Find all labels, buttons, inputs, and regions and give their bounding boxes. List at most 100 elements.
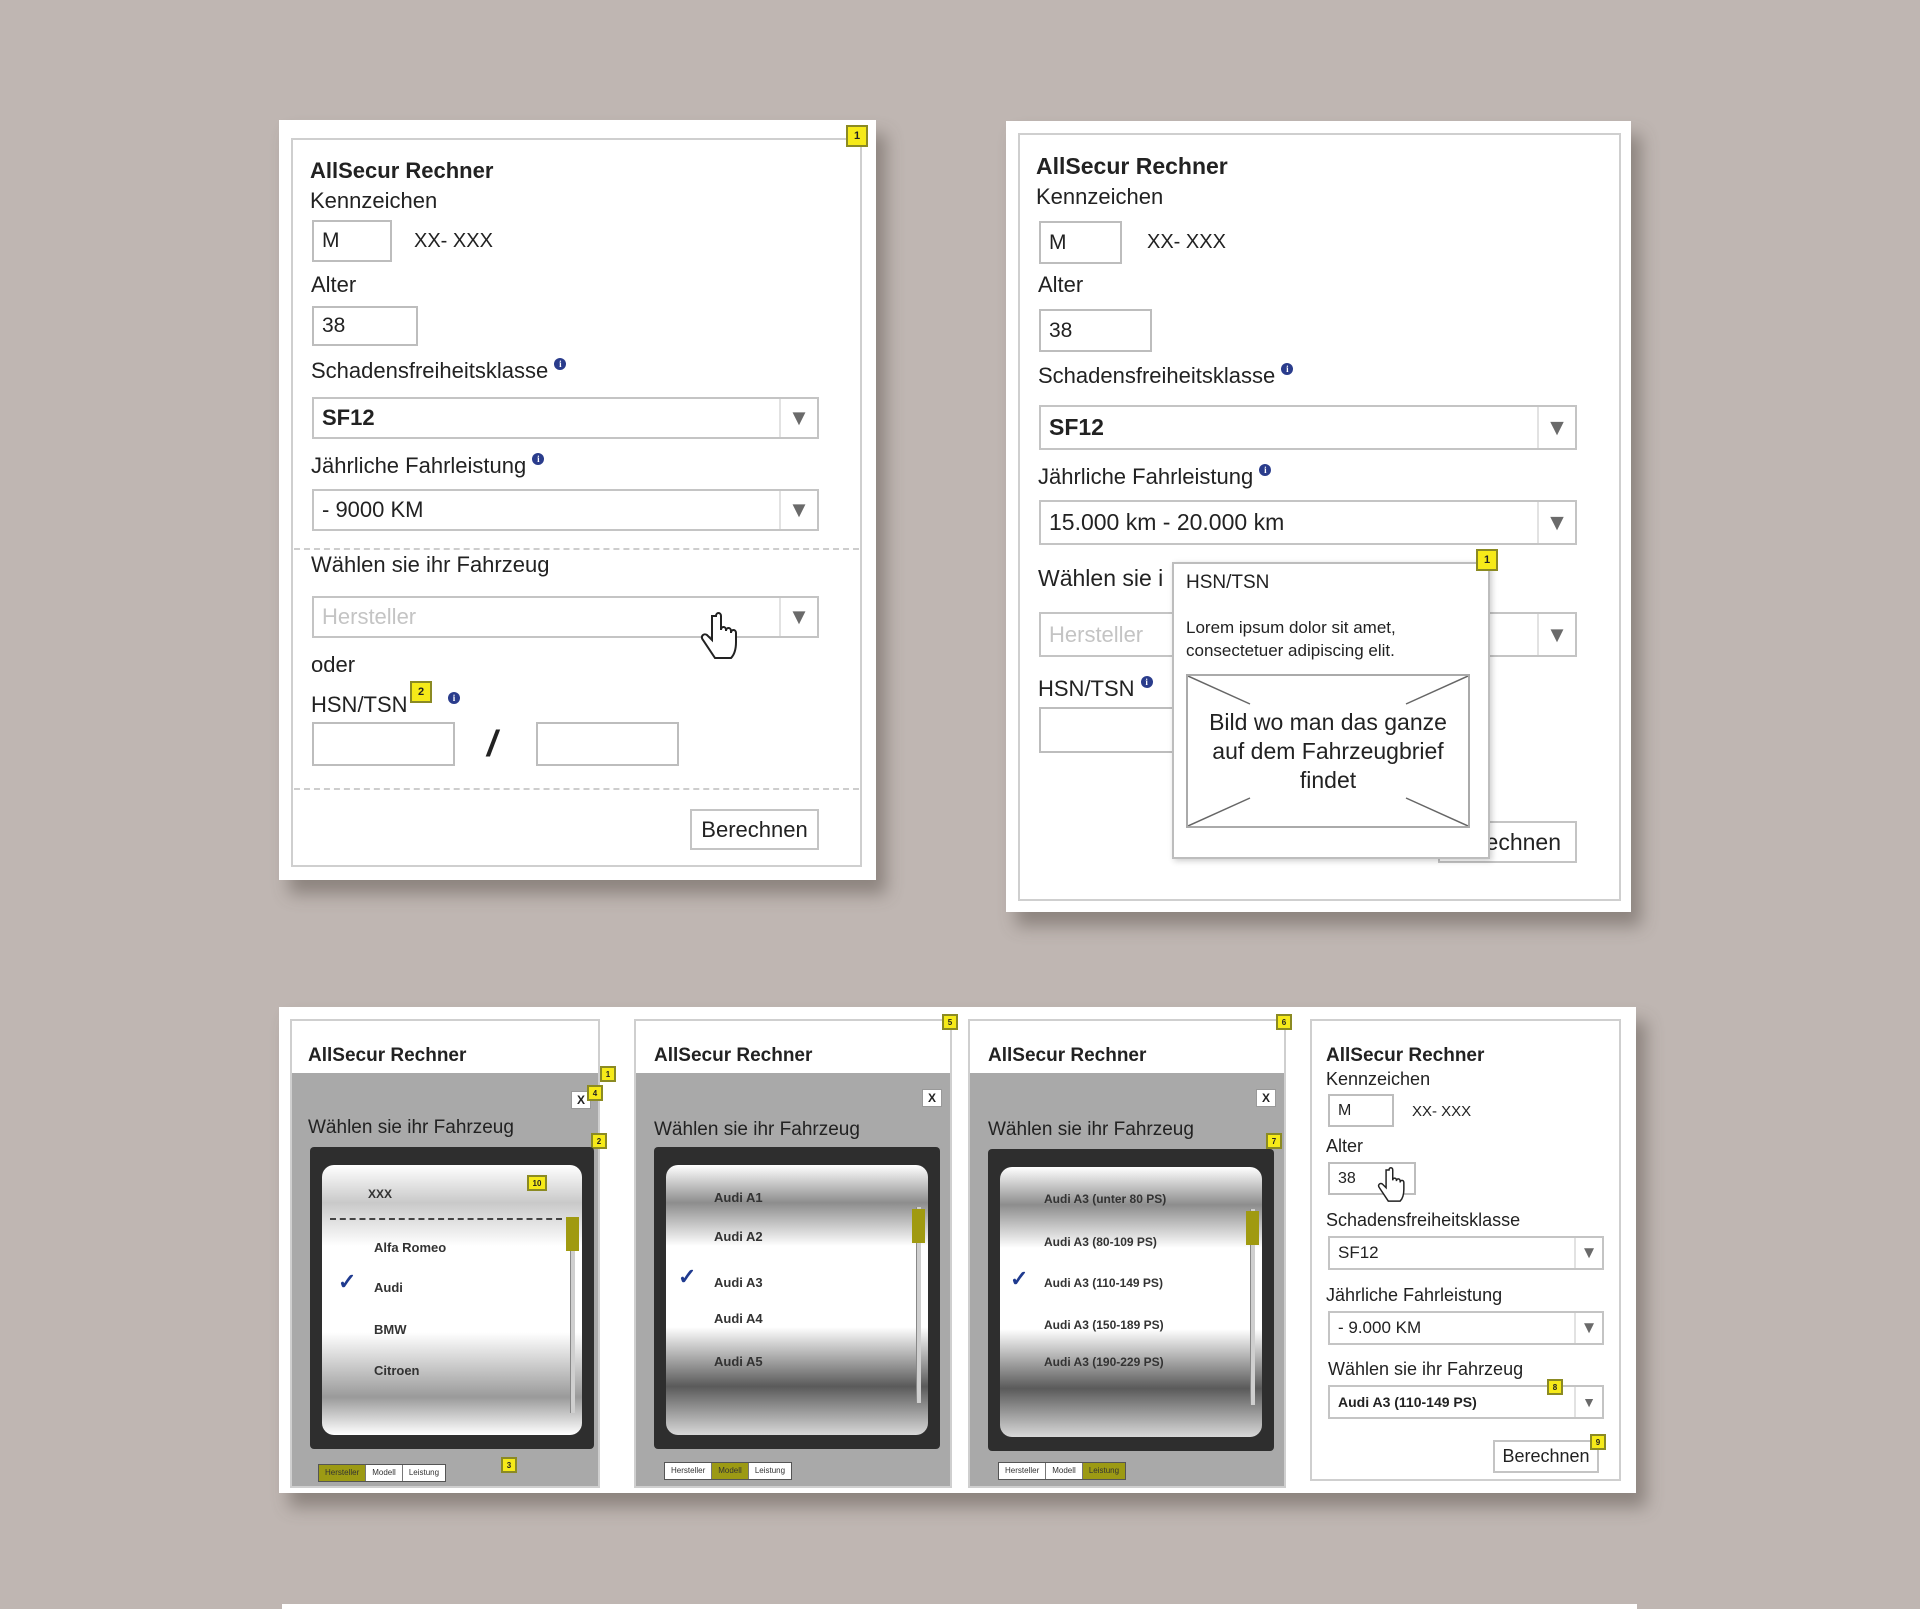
chevron-down-icon[interactable]: ▼ (1537, 407, 1575, 448)
annotation-badge-6: 6 (1276, 1014, 1292, 1030)
tooltip-image-placeholder: Bild wo man das ganze auf dem Fahrzeugbr… (1186, 674, 1470, 828)
chevron-down-icon[interactable]: ▼ (1574, 1238, 1602, 1268)
picker-option[interactable]: Audi A5 (714, 1354, 763, 1369)
chevron-down-icon[interactable]: ▼ (779, 399, 817, 437)
close-icon[interactable]: X (1256, 1089, 1276, 1107)
picker-option[interactable]: Audi A4 (714, 1311, 763, 1326)
close-icon[interactable]: X (922, 1089, 942, 1107)
tab-modell[interactable]: Modell (366, 1465, 403, 1481)
tab-leistung[interactable]: Leistung (403, 1465, 445, 1481)
kennzeichen-suffix: XX- XXX (1412, 1103, 1472, 1120)
sf-label: Schadensfreiheitsklasse i (1038, 363, 1294, 389)
info-icon[interactable]: i (532, 453, 545, 465)
hsn-tooltip: HSN/TSN Lorem ipsum dolor sit amet, cons… (1172, 549, 1498, 859)
picker-option[interactable]: BMW (374, 1322, 407, 1337)
km-label: Jährliche Fahrleistung i (311, 453, 545, 479)
hsn-input[interactable] (312, 722, 455, 766)
sf-select-value: SF12 (1338, 1243, 1379, 1262)
picker-option[interactable]: Alfa Romeo (374, 1240, 446, 1255)
chevron-down-icon[interactable]: ▼ (1537, 614, 1575, 655)
vehicle-label: Wählen sie ihr Fahrzeug (1328, 1359, 1524, 1379)
tab-hersteller[interactable]: Hersteller (665, 1463, 713, 1479)
picker-wheel (666, 1165, 928, 1435)
info-icon[interactable]: i (1281, 363, 1294, 375)
picker-option[interactable]: Audi A3 (80-109 PS) (1044, 1235, 1157, 1249)
scrollbar-thumb[interactable] (1246, 1211, 1259, 1245)
picker-option[interactable]: Audi A3 (unter 80 PS) (1044, 1192, 1166, 1206)
picker-option[interactable]: Audi A1 (714, 1190, 763, 1205)
checkmark-icon: ✓ (338, 1269, 357, 1294)
tab-hersteller[interactable]: Hersteller (319, 1465, 367, 1481)
calculator-title: AllSecur Rechner (308, 1045, 467, 1066)
km-select-value: - 9.000 KM (1338, 1318, 1422, 1337)
sf-select[interactable]: SF12 ▼ (1328, 1236, 1604, 1270)
alter-input[interactable]: 38 (1039, 309, 1152, 352)
kennzeichen-input[interactable]: M (1039, 221, 1122, 264)
hersteller-picker[interactable]: XXX 10 Alfa Romeo ✓ Audi BMW Citroen (310, 1147, 594, 1449)
vehicle-label: Wählen sie ihr Fahrzeug (988, 1119, 1194, 1140)
hsn-label: HSN/TSN (311, 692, 408, 717)
chevron-down-icon[interactable]: ▼ (1574, 1387, 1602, 1417)
hersteller-placeholder: Hersteller (1049, 621, 1144, 647)
alter-input[interactable]: 38 (312, 306, 418, 346)
modell-picker[interactable]: Audi A1 Audi A2 ✓ Audi A3 Audi A4 Audi A… (654, 1147, 940, 1449)
picker-option[interactable]: Audi A2 (714, 1229, 763, 1244)
km-select[interactable]: 15.000 km - 20.000 km ▼ (1039, 500, 1577, 545)
picker-option[interactable]: Audi A3 (150-189 PS) (1044, 1318, 1164, 1332)
picker-overlay: X Wählen sie ihr Fahrzeug 7 Audi A3 (unt… (970, 1073, 1284, 1486)
km-select[interactable]: - 9.000 KM ▼ (1328, 1311, 1604, 1345)
km-select-value: 15.000 km - 20.000 km (1049, 509, 1285, 535)
berechnen-button[interactable]: Berechnen (690, 809, 819, 850)
tab-modell[interactable]: Modell (1046, 1463, 1083, 1479)
hand-cursor-icon (1377, 1167, 1405, 1202)
scrollbar-thumb[interactable] (912, 1209, 925, 1243)
kennzeichen-label: Kennzeichen (1036, 184, 1164, 209)
hand-cursor-icon (700, 612, 737, 659)
chevron-down-icon[interactable]: ▼ (1574, 1313, 1602, 1343)
info-icon[interactable]: i (1140, 676, 1153, 688)
sf-label: Schadensfreiheitsklasse (1326, 1210, 1521, 1230)
picker-overlay: X 4 1 Wählen sie ihr Fahrzeug 2 XXX 10 A… (292, 1066, 616, 1486)
picker-option[interactable]: Citroen (374, 1363, 420, 1378)
tab-hersteller[interactable]: Hersteller (999, 1463, 1047, 1479)
picker-option[interactable]: XXX (368, 1187, 392, 1201)
kennzeichen-input[interactable]: M (1328, 1094, 1394, 1127)
scrollbar-thumb[interactable] (566, 1217, 579, 1251)
picker-overlay: X Wählen sie ihr Fahrzeug Audi A1 Audi A… (636, 1073, 950, 1486)
oder-label: oder (311, 652, 356, 677)
info-icon[interactable]: i (1259, 464, 1272, 476)
alter-label: Alter (1038, 272, 1084, 297)
chevron-down-icon[interactable]: ▼ (779, 598, 817, 636)
chevron-down-icon[interactable]: ▼ (1537, 502, 1575, 543)
picker-panel-hersteller: AllSecur Rechner X 4 1 Wählen sie ihr Fa… (290, 1019, 616, 1488)
kennzeichen-suffix: XX- XXX (414, 230, 493, 252)
info-icon[interactable]: i (554, 358, 567, 370)
picker-option-selected[interactable]: Audi (374, 1280, 403, 1295)
tab-leistung[interactable]: Leistung (749, 1463, 791, 1479)
sf-select[interactable]: SF12 ▼ (312, 397, 819, 439)
picker-tabs: Hersteller Modell Leistung (664, 1462, 793, 1480)
calculator-summary: AllSecur Rechner Kennzeichen M XX- XXX A… (1310, 1019, 1621, 1481)
hsn-input[interactable] (1039, 707, 1189, 753)
wireframe-card-b: AllSecur Rechner Kennzeichen M XX- XXX A… (1006, 121, 1631, 912)
hersteller-select[interactable]: Hersteller ▼ (312, 596, 819, 638)
picker-divider (330, 1218, 562, 1220)
info-icon[interactable]: i (448, 692, 460, 704)
kennzeichen-input[interactable]: M (312, 220, 392, 262)
berechnen-button[interactable]: Berechnen (1493, 1440, 1599, 1473)
sf-select-value: SF12 (1049, 414, 1104, 440)
sf-select-value: SF12 (322, 405, 375, 430)
picker-option-selected[interactable]: Audi A3 (714, 1275, 763, 1290)
picker-wheel (322, 1165, 582, 1435)
picker-option[interactable]: Audi A3 (190-229 PS) (1044, 1355, 1164, 1369)
leistung-picker[interactable]: Audi A3 (unter 80 PS) Audi A3 (80-109 PS… (988, 1149, 1274, 1451)
sf-select[interactable]: SF12 ▼ (1039, 405, 1577, 450)
km-label-text: Jährliche Fahrleistung (311, 453, 527, 478)
picker-option-selected[interactable]: Audi A3 (110-149 PS) (1044, 1276, 1163, 1290)
km-select[interactable]: - 9000 KM ▼ (312, 489, 819, 531)
tab-leistung[interactable]: Leistung (1082, 1463, 1126, 1479)
vehicle-label: Wählen sie ihr Fahrzeug (308, 1117, 514, 1138)
tsn-input[interactable] (536, 722, 679, 766)
tab-modell[interactable]: Modell (712, 1463, 749, 1479)
chevron-down-icon[interactable]: ▼ (779, 491, 817, 529)
